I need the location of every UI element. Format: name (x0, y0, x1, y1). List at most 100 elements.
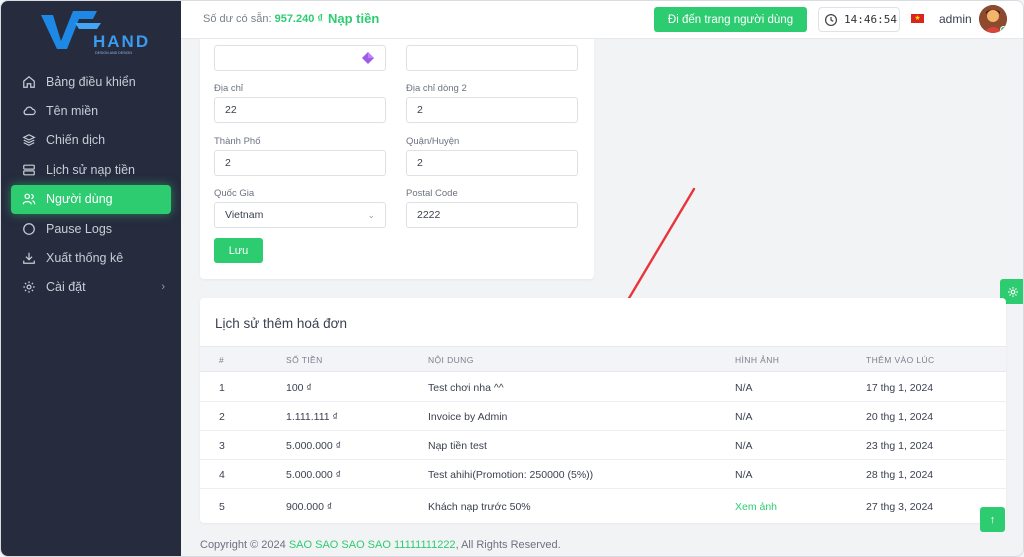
cell-no: 5 (219, 501, 225, 513)
cell-image: N/A (735, 440, 753, 452)
sidebar-item-users[interactable]: Người dùng (11, 184, 171, 214)
address2-field[interactable]: 2 (406, 97, 578, 123)
cell-content: Invoice by Admin (428, 411, 508, 423)
balance-display: Số dư có sẵn: 957.240 ₫ (203, 13, 323, 25)
cell-amount: 5.000.000 ₫ (286, 469, 342, 481)
address-label: Địa chỉ (214, 83, 244, 94)
column-header-content: NỘI DUNG (428, 355, 474, 365)
sidebar-item-label: Tên miền (46, 104, 99, 119)
cell-image: N/A (735, 382, 753, 394)
text-field-top-right[interactable] (406, 45, 578, 71)
country-label: Quốc Gia (214, 188, 255, 199)
invoice-history-title: Lịch sử thêm hoá đơn (215, 316, 347, 331)
server-icon (22, 163, 36, 177)
arrow-up-icon: ↑ (989, 513, 996, 526)
footer-brand-link[interactable]: SAO SAO SAO SAO 11111111222 (289, 539, 456, 551)
table-row: 2 1.111.111 ₫ Invoice by Admin N/A 20 th… (200, 402, 1006, 431)
cell-no: 1 (219, 382, 225, 394)
clock-widget: 14:46:54 (818, 7, 900, 32)
scroll-to-top-button[interactable]: ↑ (980, 507, 1005, 532)
sidebar-item-export-stats[interactable]: Xuất thống kê (1, 243, 181, 272)
online-status-dot (1000, 26, 1007, 33)
svg-text:HANDY: HANDY (93, 32, 149, 51)
view-image-link[interactable]: Xem ảnh (735, 501, 777, 513)
sidebar-item-domains[interactable]: Tên miền (1, 96, 181, 125)
topup-link[interactable]: Nạp tiền (328, 11, 379, 26)
balance-amount: 957.240 ₫ (274, 13, 324, 25)
topbar: Số dư có sẵn: 957.240 ₫ Nạp tiền Đi đến … (181, 1, 1023, 39)
gem-icon (361, 51, 375, 65)
home-icon (22, 75, 36, 89)
copyright-text: Copyright © 2024 (200, 539, 286, 551)
avatar[interactable] (979, 5, 1007, 33)
circle-icon (22, 222, 36, 236)
sidebar-item-label: Xuất thống kê (46, 251, 124, 266)
copyright-suffix: , All Rights Reserved. (455, 539, 561, 551)
app-window: HANDY DESIGN AND DESIGN Bảng điều khiển … (0, 0, 1024, 557)
table-row: 1 100 ₫ Test chơi nha ^^ N/A 17 thg 1, 2… (200, 373, 1006, 402)
table-row: 4 5.000.000 ₫ Test ahihi(Promotion: 2500… (200, 460, 1006, 489)
sidebar-item-label: Lịch sử nạp tiền (46, 162, 135, 177)
cell-content: Test chơi nha ^^ (428, 382, 504, 394)
address-field[interactable]: 22 (214, 97, 386, 123)
address2-label: Địa chỉ dòng 2 (406, 83, 467, 94)
cell-content: Test ahihi(Promotion: 250000 (5%)) (428, 469, 594, 481)
save-button[interactable]: Lưu (214, 238, 263, 263)
sidebar-item-label: Cài đặt (46, 280, 86, 295)
sidebar-item-dashboard[interactable]: Bảng điều khiển (1, 67, 181, 96)
gear-icon (22, 280, 36, 294)
country-value: Vietnam (225, 209, 264, 221)
cell-amount: 5.000.000 ₫ (286, 440, 342, 452)
cell-content: Nạp tiền test (428, 440, 487, 452)
sidebar-item-settings[interactable]: Cài đặt › (1, 273, 181, 302)
balance-label: Số dư có sẵn: (203, 13, 272, 25)
cell-no: 3 (219, 440, 225, 452)
footer: Copyright © 2024 SAO SAO SAO SAO 1111111… (200, 539, 561, 551)
brand-logo[interactable]: HANDY DESIGN AND DESIGN (39, 7, 161, 55)
cell-amount: 100 ₫ (286, 382, 312, 394)
user-address-form: Địa chỉ 22 Địa chỉ dòng 2 2 Thành Phố 2 … (200, 39, 594, 279)
layers-icon (22, 133, 36, 147)
sidebar-item-pause-logs[interactable]: Pause Logs (1, 214, 181, 243)
user-name[interactable]: admin (939, 12, 972, 26)
column-header-image: HÌNH ẢNH (735, 355, 780, 365)
sidebar-item-label: Người dùng (46, 192, 113, 207)
users-icon (22, 192, 36, 206)
download-icon (22, 251, 36, 265)
sidebar-item-label: Chiến dịch (46, 133, 106, 148)
chevron-right-icon: › (161, 281, 165, 294)
sidebar-item-label: Bảng điều khiển (46, 74, 136, 89)
invoice-history-card: Lịch sử thêm hoá đơn # SỐ TIỀN NỘI DUNG … (200, 298, 1006, 523)
table-row: 5 900.000 ₫ Khách nạp trước 50% Xem ảnh … (200, 489, 1006, 523)
table-row: 3 5.000.000 ₫ Nạp tiền test N/A 23 thg 1… (200, 431, 1006, 460)
clock-time: 14:46:54 (844, 13, 897, 26)
cell-added-at: 23 thg 1, 2024 (866, 440, 934, 452)
gear-icon (1007, 286, 1018, 297)
svg-text:DESIGN AND DESIGN: DESIGN AND DESIGN (95, 51, 132, 55)
cell-image: N/A (735, 411, 753, 423)
cell-amount: 1.111.111 ₫ (286, 411, 338, 423)
cell-added-at: 20 thg 1, 2024 (866, 411, 934, 423)
city-label: Thành Phố (214, 136, 261, 147)
postal-code-field[interactable]: 2222 (406, 202, 578, 228)
cell-added-at: 17 thg 1, 2024 (866, 382, 934, 394)
sidebar: HANDY DESIGN AND DESIGN Bảng điều khiển … (1, 1, 181, 556)
goto-user-page-button[interactable]: Đi đến trang người dùng (654, 7, 807, 32)
cell-added-at: 28 thg 1, 2024 (866, 469, 934, 481)
sidebar-item-campaigns[interactable]: Chiến dịch (1, 126, 181, 155)
cell-no: 2 (219, 411, 225, 423)
column-header-amount: SỐ TIỀN (286, 355, 323, 365)
vietnam-flag-icon[interactable]: ★ (911, 14, 924, 23)
city-field[interactable]: 2 (214, 150, 386, 176)
cell-content: Khách nạp trước 50% (428, 501, 531, 513)
sidebar-nav: Bảng điều khiển Tên miền Chiến dịch Lịch… (1, 67, 181, 302)
country-select[interactable]: Vietnam ⌄ (214, 202, 386, 228)
sidebar-item-label: Pause Logs (46, 221, 113, 236)
sidebar-item-topup-history[interactable]: Lịch sử nạp tiền (1, 155, 181, 184)
district-field[interactable]: 2 (406, 150, 578, 176)
text-field-top-left[interactable] (214, 45, 386, 71)
column-header-no: # (219, 355, 225, 365)
postal-code-label: Postal Code (406, 188, 458, 199)
cell-amount: 900.000 ₫ (286, 501, 333, 513)
column-header-added-at: THÊM VÀO LÚC (866, 355, 935, 365)
